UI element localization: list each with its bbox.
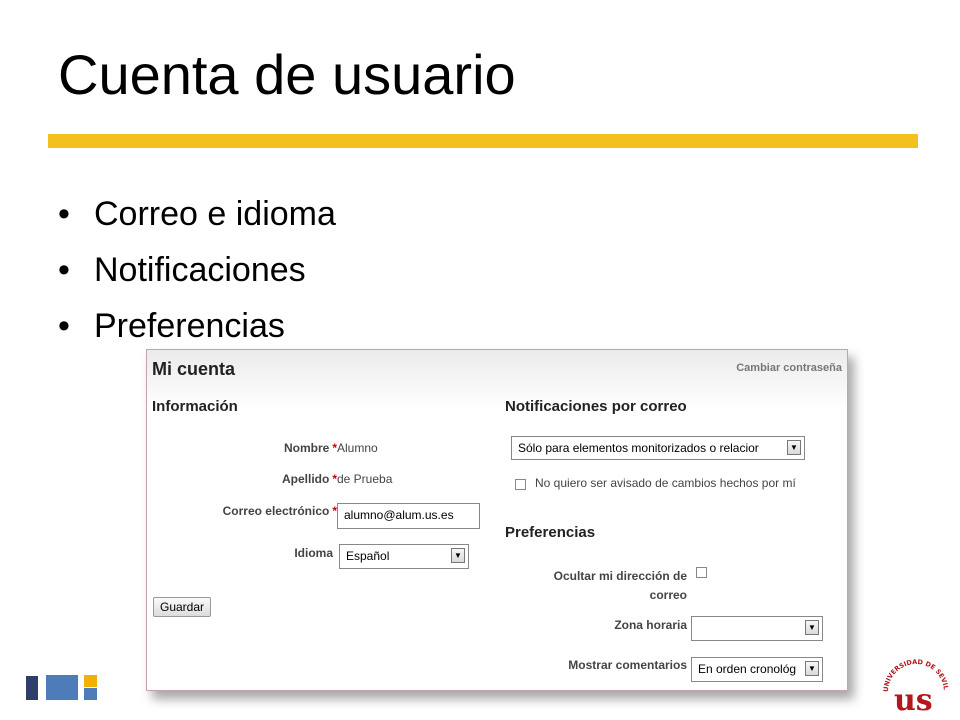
footer-square-gold [84, 675, 97, 687]
chevron-down-icon: ▼ [805, 620, 819, 635]
notifications-select[interactable]: Sólo para elementos monitorizados o rela… [511, 436, 805, 460]
surname-label-text: Apellido [281, 472, 330, 486]
surname-label: Apellido * [207, 472, 337, 486]
comments-label: Mostrar comentarios [568, 658, 687, 672]
university-logo: UNIVERSIDAD DE SEVILLA us [880, 652, 950, 714]
surname-value: de Prueba [337, 472, 393, 486]
bullet-list: Correo e idioma Notificaciones Preferenc… [58, 186, 336, 354]
no-notify-label: No quiero ser avisado de cambios hechos … [535, 476, 796, 490]
email-label-text: Correo electrónico [222, 504, 330, 518]
bullet-item: Preferencias [58, 298, 336, 354]
comments-select[interactable]: En orden cronológ ▼ [691, 657, 823, 682]
no-notify-checkbox[interactable] [515, 479, 526, 490]
logo-monogram: us [894, 683, 933, 714]
bullet-item: Notificaciones [58, 242, 336, 298]
language-select-value: Español [346, 549, 390, 563]
info-heading: Información [152, 398, 238, 415]
footer-square-blue-small [84, 688, 97, 700]
hide-email-label: Ocultar mi dirección de correo [507, 567, 687, 605]
timezone-select[interactable]: ▼ [691, 616, 823, 641]
bullet-item: Correo e idioma [58, 186, 336, 242]
chevron-down-icon: ▼ [451, 548, 465, 563]
chevron-down-icon: ▼ [805, 661, 819, 676]
footer-square-blue [46, 675, 78, 700]
comments-select-value: En orden cronológ [698, 662, 797, 676]
change-password-link[interactable]: Cambiar contraseña [736, 362, 842, 374]
footer-square-navy [26, 676, 38, 700]
notifications-heading: Notificaciones por correo [505, 398, 687, 415]
hide-email-label-line2: correo [649, 588, 687, 602]
notifications-select-value: Sólo para elementos monitorizados o rela… [518, 441, 759, 455]
account-title: Mi cuenta [152, 359, 236, 379]
name-value: Alumno [337, 441, 378, 455]
hide-email-checkbox[interactable] [696, 567, 707, 578]
language-label: Idioma [294, 546, 333, 560]
account-screenshot-panel: Mi cuenta Cambiar contraseña Información… [146, 349, 848, 691]
preferences-heading: Preferencias [505, 524, 596, 541]
email-field[interactable]: alumno@alum.us.es [337, 503, 480, 529]
name-label: Nombre * [207, 441, 337, 455]
name-label-text: Nombre [283, 441, 330, 455]
slide-title: Cuenta de usuario [58, 43, 516, 106]
language-select[interactable]: Español ▼ [339, 544, 469, 569]
title-underline-bar [48, 134, 918, 148]
hide-email-label-line1: Ocultar mi dirección de [553, 569, 687, 583]
email-label: Correo electrónico * [187, 504, 337, 518]
save-button[interactable]: Guardar [153, 597, 212, 617]
chevron-down-icon: ▼ [787, 440, 801, 455]
timezone-label: Zona horaria [614, 618, 687, 632]
